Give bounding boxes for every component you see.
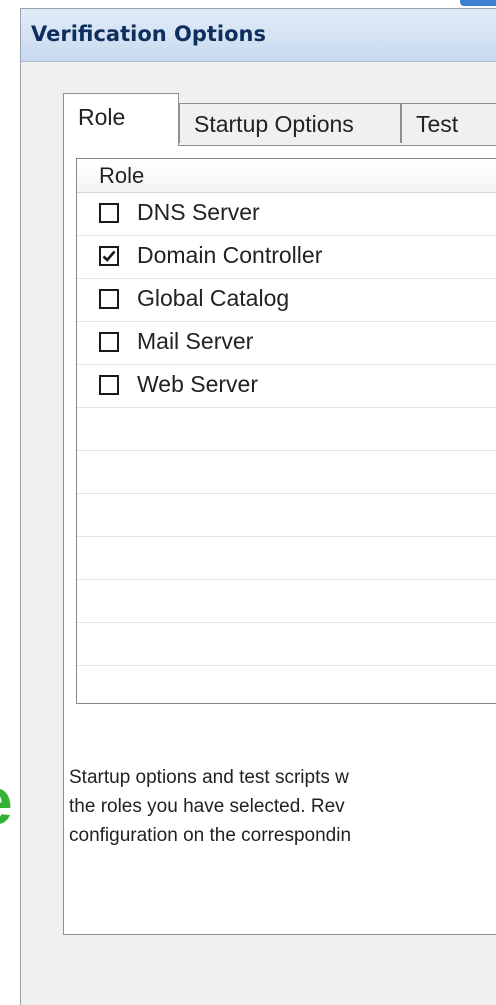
role-label: Domain Controller: [137, 242, 323, 268]
window-corner-accent: [460, 0, 496, 6]
empty-row: [77, 494, 496, 537]
tab-startup-options[interactable]: Startup Options: [179, 103, 401, 143]
role-label: DNS Server: [137, 199, 260, 225]
description-line: Startup options and test scripts w: [69, 767, 349, 788]
role-label: Mail Server: [137, 328, 254, 354]
role-row[interactable]: Web Server: [77, 365, 496, 408]
description-text: Startup options and test scripts w the r…: [69, 763, 496, 850]
background-letter: e: [0, 768, 13, 834]
role-label: Web Server: [137, 371, 259, 397]
empty-row: [77, 580, 496, 623]
description-line: the roles you have selected. Rev: [69, 796, 345, 817]
empty-row: [77, 537, 496, 580]
dialog-bottom-area: [21, 967, 496, 1005]
role-checkbox[interactable]: [99, 289, 119, 309]
empty-row: [77, 408, 496, 451]
role-row[interactable]: DNS Server: [77, 193, 496, 236]
role-column-header[interactable]: Role: [77, 159, 496, 193]
window-title: Verification Options: [31, 22, 267, 46]
tab-role[interactable]: Role: [63, 93, 179, 146]
role-column-header-label: Role: [99, 163, 145, 188]
empty-row: [77, 451, 496, 494]
role-row[interactable]: Global Catalog: [77, 279, 496, 322]
title-bar[interactable]: Verification Options: [21, 9, 496, 62]
screen: e Verification Options Startup Options T…: [0, 0, 496, 1005]
role-row[interactable]: Mail Server: [77, 322, 496, 365]
role-checkbox[interactable]: [99, 203, 119, 223]
role-list[interactable]: Role DNS Server Domain Controller Global C…: [76, 158, 496, 704]
verification-options-dialog: Verification Options Startup Options Tes…: [20, 8, 496, 1005]
role-row[interactable]: Domain Controller: [77, 236, 496, 279]
description-line: configuration on the correspondin: [69, 825, 352, 846]
role-checkbox[interactable]: [99, 375, 119, 395]
empty-row: [77, 666, 496, 703]
empty-row: [77, 623, 496, 666]
role-checkbox[interactable]: [99, 246, 119, 266]
tab-strip: Startup Options Test Role: [63, 93, 496, 146]
role-label: Global Catalog: [137, 285, 290, 311]
role-checkbox[interactable]: [99, 332, 119, 352]
tab-test[interactable]: Test: [401, 103, 496, 143]
